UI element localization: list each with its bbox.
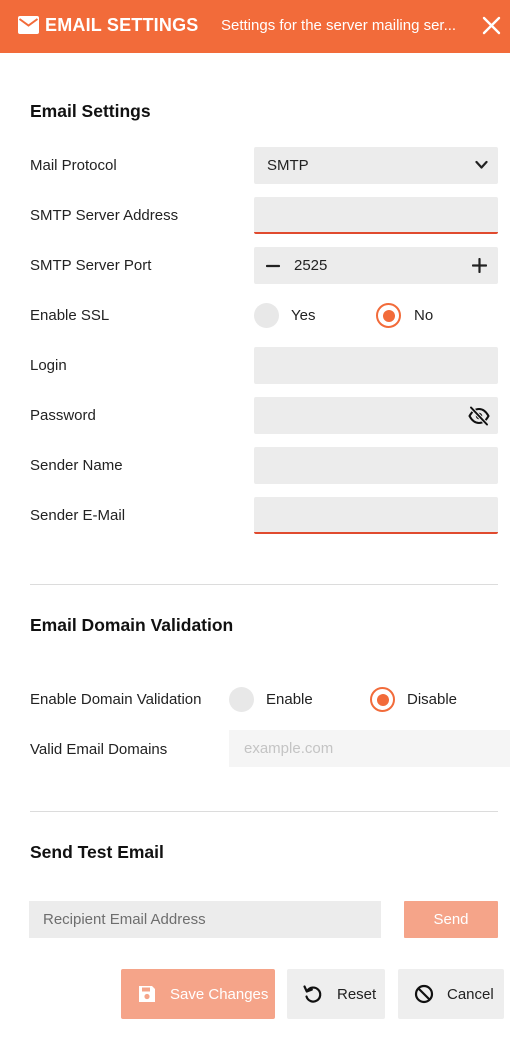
sender-name-input[interactable] bbox=[254, 447, 498, 484]
domain-enable-label: Enable bbox=[266, 691, 313, 708]
login-label: Login bbox=[30, 357, 67, 374]
ssl-no-radio[interactable] bbox=[376, 303, 401, 328]
section-title-test-email: Send Test Email bbox=[30, 842, 164, 862]
reset-button[interactable]: Reset bbox=[287, 969, 385, 1019]
login-input[interactable] bbox=[254, 347, 498, 384]
sender-name-label: Sender Name bbox=[30, 457, 123, 474]
ssl-yes-label: Yes bbox=[291, 307, 316, 324]
save-icon bbox=[139, 986, 155, 1002]
ssl-yes-radio[interactable] bbox=[254, 303, 279, 328]
mail-protocol-label: Mail Protocol bbox=[30, 157, 117, 174]
dialog-header: EMAIL SETTINGS Settings for the server m… bbox=[0, 0, 510, 53]
section-title-domain-validation: Email Domain Validation bbox=[30, 615, 234, 635]
close-icon[interactable] bbox=[482, 16, 501, 35]
smtp-server-address-label: SMTP Server Address bbox=[30, 207, 179, 224]
ssl-no-label: No bbox=[414, 307, 434, 324]
mail-protocol-value: SMTP bbox=[267, 157, 309, 174]
minus-icon[interactable] bbox=[266, 259, 280, 273]
send-button[interactable]: Send bbox=[404, 901, 498, 938]
dialog-title: EMAIL SETTINGS bbox=[45, 15, 199, 35]
cancel-label: Cancel bbox=[447, 986, 494, 1003]
reset-icon bbox=[303, 985, 322, 1003]
sender-email-label: Sender E-Mail bbox=[30, 507, 126, 524]
enable-domain-validation-label: Enable Domain Validation bbox=[30, 691, 202, 708]
smtp-server-port-label: SMTP Server Port bbox=[30, 257, 152, 274]
password-input[interactable] bbox=[254, 397, 498, 434]
save-changes-button[interactable]: Save Changes bbox=[121, 969, 275, 1019]
save-changes-label: Save Changes bbox=[170, 986, 269, 1003]
smtp-server-port-stepper[interactable]: 2525 bbox=[254, 247, 498, 284]
valid-email-domains-label: Valid Email Domains bbox=[30, 741, 168, 758]
domain-disable-label: Disable bbox=[407, 691, 458, 708]
sender-email-input[interactable] bbox=[254, 497, 498, 534]
section-divider bbox=[30, 584, 498, 585]
chevron-down-icon bbox=[475, 160, 488, 169]
password-label: Password bbox=[30, 407, 96, 424]
domain-enable-radio[interactable] bbox=[229, 687, 254, 712]
mail-icon bbox=[18, 16, 39, 34]
dialog-subtitle: Settings for the server mailing ser... bbox=[221, 17, 457, 34]
section-divider bbox=[30, 811, 498, 812]
cancel-icon bbox=[414, 984, 434, 1004]
smtp-server-port-value: 2525 bbox=[294, 257, 328, 274]
eye-off-icon[interactable] bbox=[468, 406, 490, 426]
enable-ssl-label: Enable SSL bbox=[30, 307, 110, 324]
valid-email-domains-input[interactable] bbox=[229, 730, 510, 767]
smtp-server-address-input[interactable] bbox=[254, 197, 498, 234]
reset-label: Reset bbox=[337, 986, 377, 1003]
cancel-button[interactable]: Cancel bbox=[398, 969, 504, 1019]
plus-icon[interactable] bbox=[472, 258, 487, 273]
section-title-email-settings: Email Settings bbox=[30, 101, 151, 121]
domain-disable-radio[interactable] bbox=[370, 687, 395, 712]
recipient-email-input[interactable] bbox=[29, 901, 381, 938]
mail-protocol-select[interactable]: SMTP bbox=[254, 147, 498, 184]
